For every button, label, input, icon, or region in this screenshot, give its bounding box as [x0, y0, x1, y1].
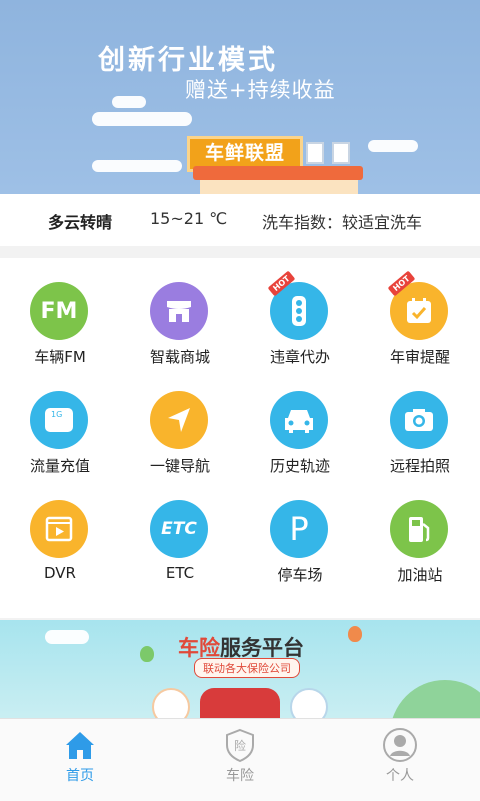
pump-decoration	[306, 142, 324, 164]
store-icon	[150, 282, 208, 340]
sim-card-icon: 1G	[30, 391, 88, 449]
feature-item[interactable]: 1G 流量充值	[0, 367, 120, 475]
banner-subline: 赠送+持续收益	[185, 78, 336, 102]
balloon-decoration	[140, 646, 154, 662]
balloon-decoration	[348, 626, 362, 642]
feature-label: 车辆FM	[34, 348, 86, 366]
ad-subtitle: 联动各大保险公司	[194, 658, 300, 678]
feature-label: 年审提醒	[389, 348, 450, 366]
feature-item[interactable]: ETC ETC	[120, 476, 240, 584]
cloud-decoration	[112, 96, 146, 108]
cloud-decoration	[92, 160, 182, 172]
feature-label: 流量充值	[29, 457, 90, 475]
car-wash-index: 洗车指数：较适宜洗车	[262, 213, 423, 232]
feature-label: 一键导航	[149, 457, 210, 475]
pump-decoration	[332, 142, 350, 164]
feature-item[interactable]: 智载商城	[120, 258, 240, 366]
parking-icon: P	[270, 500, 328, 558]
tab-home-label: 首页	[66, 768, 94, 784]
shield-icon: 险	[226, 728, 254, 763]
station-building	[200, 180, 358, 194]
feature-label: 历史轨迹	[269, 457, 330, 475]
gas-pump-icon	[390, 500, 448, 558]
tab-profile[interactable]: 个人	[320, 719, 480, 801]
video-icon	[30, 500, 88, 558]
feature-label: 加油站	[397, 566, 443, 584]
weather-condition: 多云转晴	[48, 213, 113, 232]
tab-insurance[interactable]: 险 车险	[160, 719, 320, 801]
station-roof	[193, 166, 363, 180]
insurance-ad-banner[interactable]: 车险服务平台 联动各大保险公司	[0, 620, 480, 718]
feature-item[interactable]: HOT 违章代办	[240, 258, 360, 366]
cloud-decoration	[92, 112, 192, 126]
car-icon	[270, 391, 328, 449]
cloud-decoration	[368, 140, 418, 152]
umbrella-decoration	[390, 680, 480, 718]
hot-badge: HOT	[267, 270, 296, 297]
feature-item[interactable]: P 停车场	[240, 476, 360, 584]
insurer-logo	[290, 688, 328, 718]
user-icon	[383, 728, 417, 762]
feature-item[interactable]: 远程拍照	[360, 367, 480, 475]
feature-label: 智载商城	[149, 348, 210, 366]
feature-label: 违章代办	[269, 348, 330, 366]
promo-banner[interactable]: 创新行业模式 赠送+持续收益 车鲜联盟	[0, 0, 480, 194]
feature-grid: FM 车辆FM 智载商城 HOT 违章代办 HOT 年审提醒 1G 流量充值 一键导航 历史轨迹 远程…	[0, 258, 480, 618]
hot-badge: HOT	[387, 270, 416, 297]
camera-icon	[390, 391, 448, 449]
weather-bar: 多云转晴 15~21 ℃ 洗车指数：较适宜洗车	[0, 194, 480, 246]
fm-icon: FM	[30, 282, 88, 340]
weather-temperature: 15~21 ℃	[150, 209, 228, 228]
etc-icon: ETC	[150, 500, 208, 558]
bottom-tab-bar: 首页 险 车险 个人	[0, 718, 480, 801]
calendar-check-icon: HOT	[387, 270, 448, 340]
feature-item[interactable]: 历史轨迹	[240, 367, 360, 475]
banner-headline: 创新行业模式	[98, 45, 278, 76]
car-illustration	[200, 688, 280, 718]
navigation-arrow-icon	[150, 391, 208, 449]
feature-label: ETC	[165, 564, 195, 582]
svg-text:1G: 1G	[51, 410, 62, 419]
feature-label: 远程拍照	[389, 457, 450, 475]
ad-title-red: 车险	[178, 636, 220, 660]
cloud-decoration	[45, 630, 89, 644]
insurer-logo	[152, 688, 190, 718]
home-icon	[66, 732, 94, 759]
ad-title-dark: 服务平台	[220, 636, 304, 660]
feature-item[interactable]: 加油站	[360, 476, 480, 584]
feature-label: 停车场	[277, 566, 323, 584]
feature-item[interactable]: DVR	[0, 476, 120, 584]
tab-home[interactable]: 首页	[0, 719, 160, 801]
traffic-light-icon: HOT	[267, 270, 328, 340]
tab-insurance-label: 车险	[226, 768, 254, 784]
feature-label: DVR	[44, 564, 76, 582]
feature-item[interactable]: HOT 年审提醒	[360, 258, 480, 366]
feature-item[interactable]: FM 车辆FM	[0, 258, 120, 366]
tab-profile-label: 个人	[386, 768, 414, 784]
feature-item[interactable]: 一键导航	[120, 367, 240, 475]
svg-text:险: 险	[234, 738, 246, 753]
